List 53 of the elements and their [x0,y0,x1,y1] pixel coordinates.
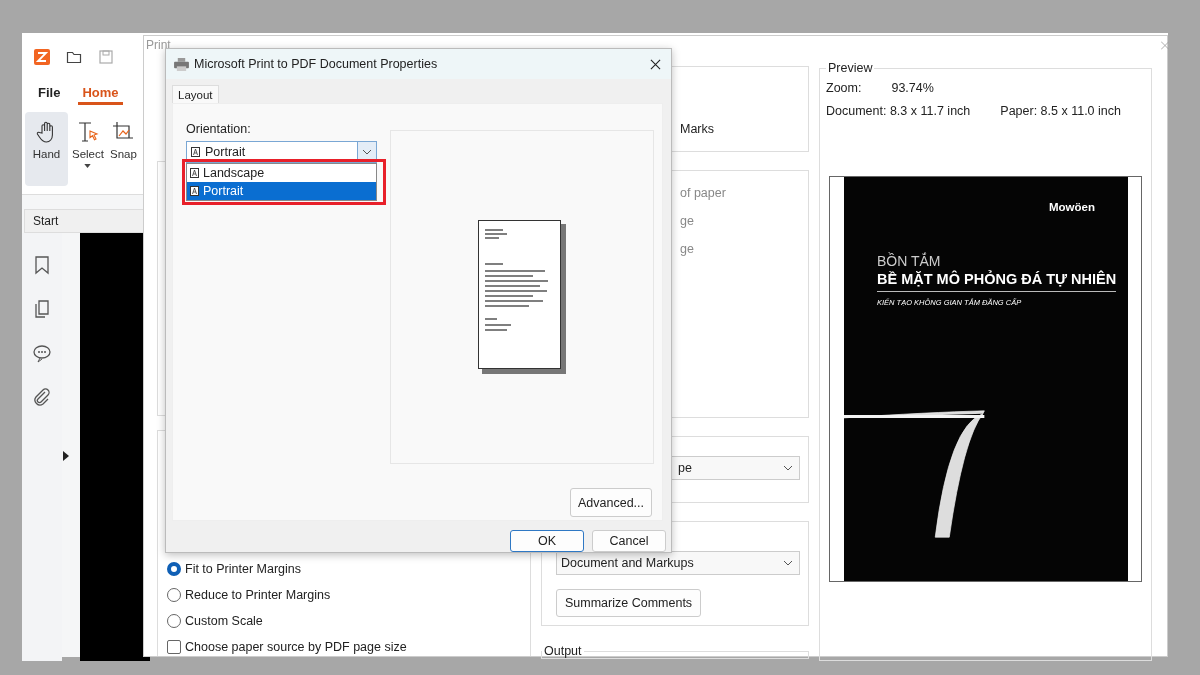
option-label: of paper [680,186,727,200]
ribbon-button[interactable]: Hand [25,112,68,186]
page-icon [190,186,199,196]
paperclip-icon[interactable] [32,387,52,407]
printer-icon [174,57,189,71]
option-label: ge [680,214,695,228]
dialog-title: Print [146,38,171,52]
option-label: Reduce to Printer Margins [185,588,331,602]
page-icon [190,168,199,178]
radio-button[interactable] [167,562,181,576]
cover-kicker: BỒN TẮM [877,253,942,269]
page-icon [191,147,200,157]
radio-button[interactable] [167,614,181,628]
dialog-title: Microsoft Print to PDF Document Properties [194,57,439,71]
option-label: ge [680,242,695,256]
ribbon-button[interactable]: Snap [107,112,139,186]
brand-name: Mowöen [1049,201,1095,213]
dropdown-option[interactable]: Landscape [187,164,376,182]
menu-tab[interactable]: File [34,82,65,105]
option-label: Fit to Printer Margins [185,562,301,576]
group-label: Output [543,644,583,658]
comment-icon[interactable] [32,343,52,363]
advanced-button[interactable]: Advanced... [570,488,652,517]
zoom-label: Zoom: [826,81,862,95]
chevron-icon [783,560,793,566]
option-label: Choose paper source by PDF page size [185,640,407,654]
option-label: Custom Scale [185,614,263,628]
document-size: Document: 8.3 x 11.7 inch [826,104,971,118]
summarize-comments-button[interactable]: Summarize Comments [556,589,702,617]
orientation-label: Orientation: [186,122,252,136]
radio-button[interactable] [167,588,181,602]
menu-tab[interactable]: Home [78,82,123,105]
cover-headline: BỀ MẶT MÔ PHỎNG ĐÁ TỰ NHIÊN [877,271,1117,292]
layout-tab[interactable]: Layout [172,85,219,103]
bookmark-icon[interactable] [32,255,52,275]
close-icon[interactable] [650,58,661,70]
comments-dropdown[interactable]: Document and Markups [556,551,800,575]
text-cursor-icon [76,120,100,144]
dialog-button[interactable]: Cancel [592,530,666,552]
app-logo-icon[interactable] [34,48,50,65]
zoom-value: 93.74% [891,81,934,95]
chevron-icon [362,149,372,155]
chevron-icon [783,465,793,471]
dropdown-option[interactable]: Portrait [187,182,376,200]
checkbox[interactable] [167,640,181,654]
expand-arrow-icon[interactable] [63,451,69,461]
dialog-button[interactable]: OK [510,530,584,552]
paper-size: Paper: 8.5 x 11.0 inch [1000,104,1121,118]
document-tab[interactable]: Start [24,209,144,233]
pages-icon[interactable] [32,299,52,319]
option-label: Marks [680,122,716,136]
group-label: Preview [827,61,874,75]
ribbon-button[interactable]: Select [70,112,106,186]
